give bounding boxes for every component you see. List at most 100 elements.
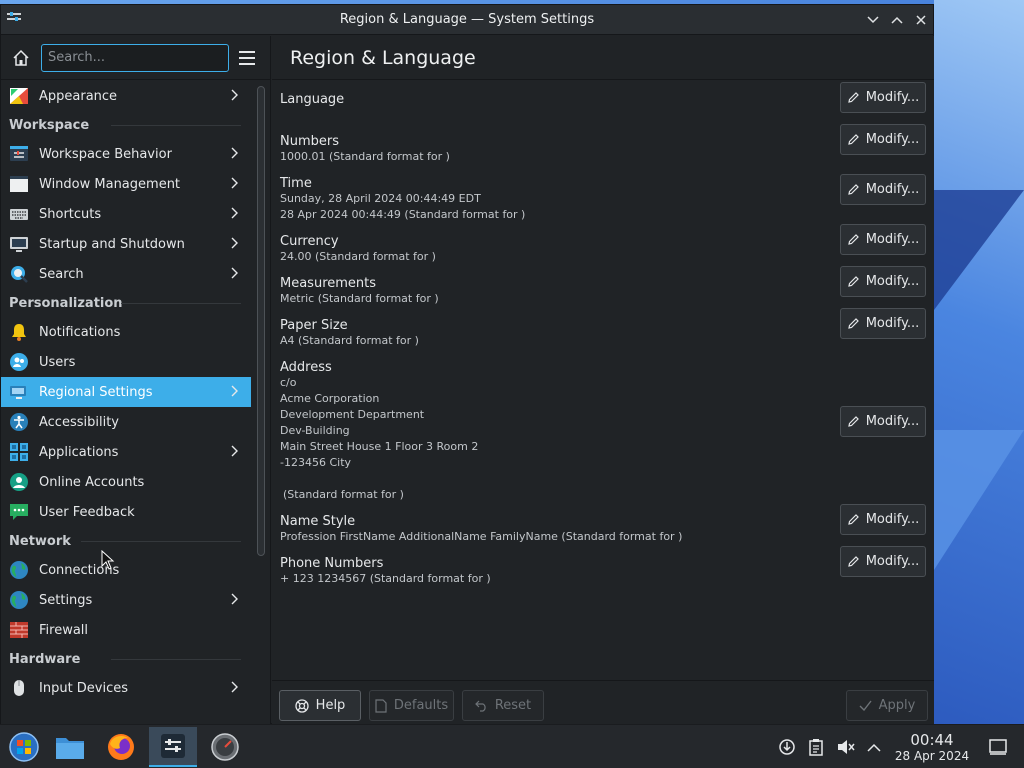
sidebar-item-appearance[interactable]: Appearance — [1, 81, 251, 111]
sidebar-item-input-devices[interactable]: Input Devices — [1, 673, 251, 703]
modify-name-style-button[interactable]: Modify... — [840, 504, 926, 535]
setting-value: Acme Corporation — [280, 392, 380, 405]
setting-value: Dev-Building — [280, 424, 350, 437]
search-icon — [9, 264, 29, 284]
home-icon — [13, 49, 29, 66]
setting-value: Main Street House 1 Floor 3 Room 2 — [280, 440, 479, 453]
setting-address: Address c/o Acme Corporation Development De… — [280, 360, 926, 503]
clock-date: 28 Apr 2024 — [894, 749, 970, 763]
page-title: Region & Language — [272, 36, 934, 80]
sidebar-item-label: Firewall — [39, 622, 89, 638]
sidebar-item-users[interactable]: Users — [1, 347, 251, 377]
settings-app-icon[interactable] — [5, 9, 23, 27]
pencil-icon — [847, 556, 859, 567]
setting-time: Time Sunday, 28 April 2024 00:44:49 EDT 28… — [280, 176, 926, 223]
sidebar-item-connections[interactable]: Connections — [1, 555, 251, 585]
hamburger-menu-button[interactable] — [239, 47, 261, 69]
digital-clock[interactable]: 00:44 28 Apr 2024 — [890, 731, 974, 764]
modify-paper-size-button[interactable]: Modify... — [840, 308, 926, 339]
applications-icon — [9, 442, 29, 462]
checkmark-icon — [859, 700, 872, 711]
modify-label: Modify... — [865, 274, 920, 289]
file-manager-button[interactable] — [46, 727, 94, 767]
sidebar-item-applications[interactable]: Applications — [1, 437, 251, 467]
sidebar-item-firewall[interactable]: Firewall — [1, 615, 251, 645]
pencil-icon — [847, 92, 859, 103]
firefox-icon — [108, 734, 134, 760]
setting-name: Time — [280, 176, 312, 191]
sidebar-item-shortcuts[interactable]: Shortcuts — [1, 199, 251, 229]
setting-value: Sunday, 28 April 2024 00:44:49 EDT — [280, 192, 481, 205]
sidebar-item-settings[interactable]: Settings — [1, 585, 251, 615]
modify-time-button[interactable]: Modify... — [840, 174, 926, 205]
defaults-label: Defaults — [393, 698, 449, 713]
bell-icon — [9, 322, 29, 342]
sidebar-item-search[interactable]: Search — [1, 259, 251, 289]
search-input[interactable] — [41, 43, 229, 72]
sidebar-item-workspace-behavior[interactable]: Workspace Behavior — [1, 139, 251, 169]
modify-currency-button[interactable]: Modify... — [840, 224, 926, 255]
sidebar-item-label: Search — [39, 266, 84, 282]
sidebar-heading-label: Workspace — [9, 117, 90, 133]
firefox-button[interactable] — [97, 727, 145, 767]
mouse-icon — [9, 678, 29, 698]
system-settings-task[interactable] — [149, 727, 197, 767]
sidebar-item-accessibility[interactable]: Accessibility — [1, 407, 251, 437]
sidebar-item-user-feedback[interactable]: User Feedback — [1, 497, 251, 527]
title-bar[interactable]: Region & Language — System Settings — [1, 5, 933, 35]
tray-expand-icon[interactable] — [864, 737, 884, 757]
firewall-icon — [9, 620, 29, 640]
reset-button[interactable]: Reset — [462, 690, 544, 721]
chevron-right-icon — [227, 592, 241, 606]
pencil-icon — [847, 416, 859, 427]
sidebar-item-label: Notifications — [39, 324, 121, 340]
sidebar: Appearance Workspace Workspace Behavior Win… — [1, 36, 271, 725]
sidebar-nav: Appearance Workspace Workspace Behavior Win… — [1, 81, 251, 703]
sidebar-item-label: Regional Settings — [39, 384, 153, 400]
chevron-right-icon — [227, 236, 241, 250]
updates-tray-icon[interactable] — [777, 737, 797, 757]
home-button[interactable] — [7, 44, 35, 72]
start-menu-button[interactable] — [0, 727, 48, 767]
sidebar-item-label: Workspace Behavior — [39, 146, 172, 162]
setting-value: Development Department — [280, 408, 425, 421]
sidebar-item-startup-and-shutdown[interactable]: Startup and Shutdown — [1, 229, 251, 259]
modify-language-button[interactable]: Modify... — [840, 82, 926, 113]
minimize-button[interactable] — [863, 10, 883, 30]
sidebar-heading-label: Personalization — [9, 295, 123, 311]
modify-phone-numbers-button[interactable]: Modify... — [840, 546, 926, 577]
setting-name: Phone Numbers — [280, 556, 384, 571]
modify-numbers-button[interactable]: Modify... — [840, 124, 926, 155]
keyboard-icon — [9, 204, 29, 224]
folder-icon — [56, 738, 84, 759]
sidebar-item-regional-settings[interactable]: Regional Settings — [1, 377, 251, 407]
defaults-button[interactable]: Defaults — [369, 690, 454, 721]
sidebar-item-window-management[interactable]: Window Management — [1, 169, 251, 199]
setting-currency: Currency 24.00 (Standard format for ) — [280, 234, 926, 265]
maximize-button[interactable] — [887, 10, 907, 30]
setting-name: Language — [280, 92, 345, 107]
setting-name-style: Name Style Profession FirstName Additiona… — [280, 514, 926, 545]
sidebar-item-notifications[interactable]: Notifications — [1, 317, 251, 347]
sidebar-scrollbar[interactable] — [257, 86, 265, 556]
help-button[interactable]: Help — [279, 690, 361, 721]
window-title: Region & Language — System Settings — [339, 12, 595, 27]
system-settings-window: Region & Language — System Settings Appe… — [0, 4, 934, 725]
show-desktop-icon[interactable] — [988, 737, 1008, 757]
clipboard-tray-icon[interactable] — [806, 737, 826, 757]
apply-button[interactable]: Apply — [846, 690, 928, 721]
users-icon — [9, 352, 29, 372]
modify-measurements-button[interactable]: Modify... — [840, 266, 926, 297]
undo-icon — [474, 700, 486, 712]
workspace-behavior-icon — [9, 144, 29, 164]
volume-muted-tray-icon[interactable] — [836, 737, 856, 757]
accessibility-icon — [9, 412, 29, 432]
modify-address-button[interactable]: Modify... — [840, 406, 926, 437]
pencil-icon — [847, 234, 859, 245]
sidebar-item-label: Shortcuts — [39, 206, 102, 222]
close-button[interactable] — [911, 10, 931, 30]
window-management-icon — [9, 174, 29, 194]
sidebar-item-online-accounts[interactable]: Online Accounts — [1, 467, 251, 497]
disk-usage-button[interactable] — [201, 727, 249, 767]
modify-label: Modify... — [865, 512, 920, 527]
